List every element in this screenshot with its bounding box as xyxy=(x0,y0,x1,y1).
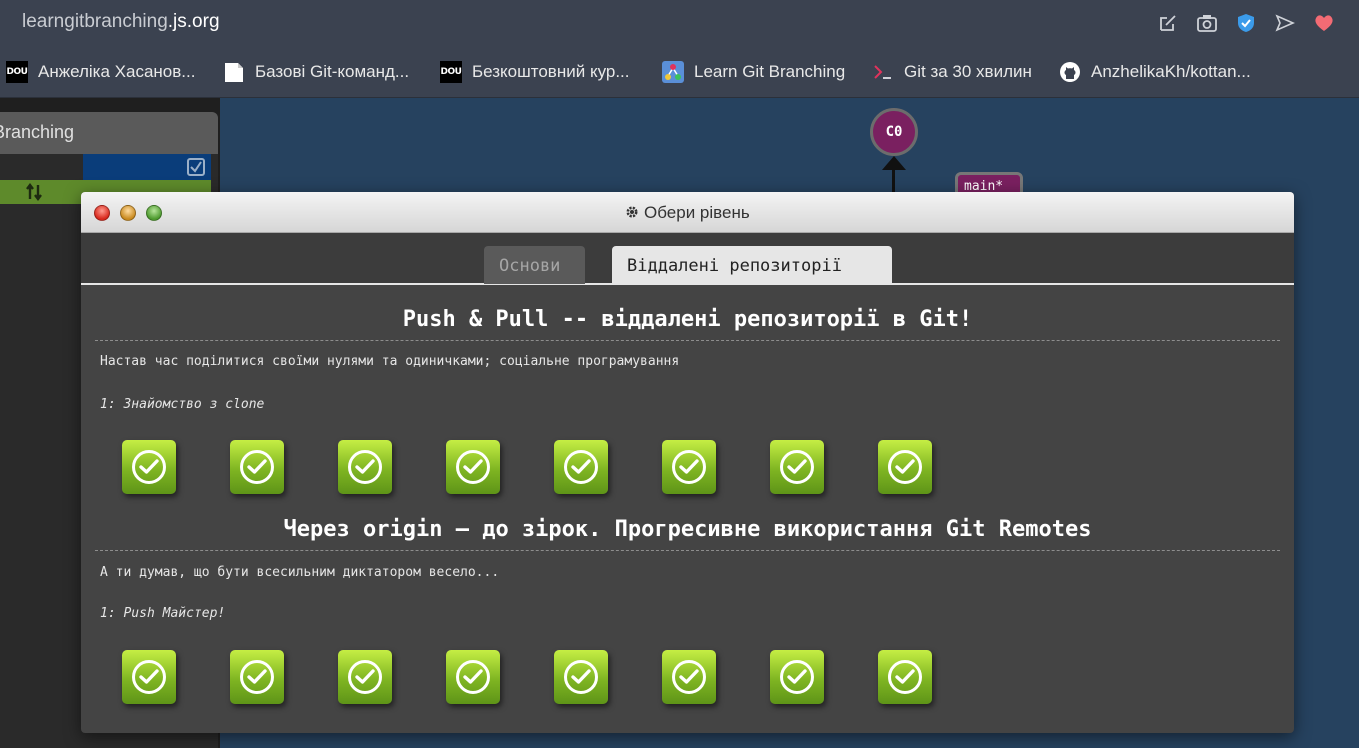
bookmark-label: Learn Git Branching xyxy=(694,62,846,81)
url-domain: .js.org xyxy=(167,11,220,32)
camera-icon[interactable] xyxy=(1195,11,1219,35)
git-branching-icon xyxy=(662,61,684,83)
tab-remote[interactable]: Віддалені репозиторії xyxy=(612,246,892,284)
bookmarks-bar: DOU Анжеліка Хасанов... Базові Git-коман… xyxy=(0,46,1359,98)
level-button-complete[interactable] xyxy=(662,440,716,494)
bookmark-label: Анжеліка Хасанов... xyxy=(38,62,196,81)
level-button-complete[interactable] xyxy=(230,440,284,494)
section-description: А ти думав, що бути всесильним диктаторо… xyxy=(100,565,500,580)
level-button-complete[interactable] xyxy=(446,440,500,494)
browser-toolbar: learngitbranching.js.org xyxy=(0,0,1359,46)
current-level-label: 1: Push Майстер! xyxy=(100,606,226,621)
level-button-complete[interactable] xyxy=(338,440,392,494)
bookmark-item[interactable]: AnzhelikaKh/kottan... xyxy=(1059,60,1251,84)
address-bar[interactable]: learngitbranching.js.org xyxy=(22,11,220,33)
edit-icon[interactable] xyxy=(1156,11,1180,35)
section-divider xyxy=(95,340,1280,341)
check-icon xyxy=(780,660,814,694)
level-button-complete[interactable] xyxy=(770,650,824,704)
level-select-dialog: Обери рівень Основи Віддалені репозиторі… xyxy=(81,192,1294,733)
dou-icon: DOU xyxy=(440,61,462,83)
check-icon xyxy=(672,660,706,694)
dialog-titlebar: Обери рівень xyxy=(81,192,1294,233)
page-icon xyxy=(223,61,245,83)
bookmark-item[interactable]: DOU Анжеліка Хасанов... xyxy=(6,60,195,84)
tab-basics[interactable]: Основи xyxy=(484,246,585,284)
level-button-complete[interactable] xyxy=(122,440,176,494)
check-icon xyxy=(348,450,382,484)
section-title: Push & Pull -- віддалені репозиторії в G… xyxy=(402,307,973,332)
check-icon xyxy=(240,660,274,694)
check-icon xyxy=(888,660,922,694)
dialog-title-text: Обери рівень xyxy=(644,203,750,222)
sync-arrows-icon xyxy=(26,183,42,201)
check-icon xyxy=(456,450,490,484)
commit-node: C0 xyxy=(870,108,918,156)
check-icon xyxy=(348,660,382,694)
section-divider xyxy=(95,550,1280,551)
command-row xyxy=(83,154,211,180)
level-button-complete[interactable] xyxy=(338,650,392,704)
section-description: Настав час поділитися своїми нулями та о… xyxy=(100,354,680,369)
section-title: Через origin – до зірок. Прогресивне вик… xyxy=(283,517,1092,542)
check-icon xyxy=(132,660,166,694)
dialog-title: Обери рівень xyxy=(81,203,1294,223)
bookmark-label: Git за 30 хвилин xyxy=(904,62,1032,81)
level-button-complete[interactable] xyxy=(878,650,932,704)
bookmark-label: Базові Git-команд... xyxy=(255,62,410,81)
command-panel-title: Branching xyxy=(0,112,218,154)
level-grid xyxy=(122,650,1022,708)
bookmark-item[interactable]: Базові Git-команд... xyxy=(223,60,409,84)
check-icon xyxy=(888,450,922,484)
gear-icon xyxy=(626,206,638,218)
check-icon xyxy=(564,660,598,694)
send-icon[interactable] xyxy=(1273,11,1297,35)
bookmark-item[interactable]: Git за 30 хвилин xyxy=(872,60,1032,84)
github-icon xyxy=(1059,61,1081,83)
heart-icon[interactable] xyxy=(1312,11,1336,35)
level-button-complete[interactable] xyxy=(554,440,608,494)
checkbox-icon xyxy=(187,158,205,176)
bookmark-label: Безкоштовний кур... xyxy=(472,62,630,81)
check-icon xyxy=(672,450,706,484)
level-button-complete[interactable] xyxy=(122,650,176,704)
level-grid xyxy=(122,440,1022,498)
current-level-label: 1: Знайомство з clone xyxy=(100,397,265,412)
bookmark-item[interactable]: DOU Безкоштовний кур... xyxy=(440,60,630,84)
check-icon xyxy=(564,450,598,484)
level-button-complete[interactable] xyxy=(662,650,716,704)
check-icon xyxy=(780,450,814,484)
level-button-complete[interactable] xyxy=(770,440,824,494)
terminal-icon xyxy=(872,61,894,83)
level-button-complete[interactable] xyxy=(230,650,284,704)
check-icon xyxy=(132,450,166,484)
level-button-complete[interactable] xyxy=(446,650,500,704)
shield-icon[interactable] xyxy=(1234,11,1258,35)
check-icon xyxy=(240,450,274,484)
bookmark-item[interactable]: Learn Git Branching xyxy=(662,60,845,84)
check-icon xyxy=(456,660,490,694)
level-button-complete[interactable] xyxy=(554,650,608,704)
dou-icon: DOU xyxy=(6,61,28,83)
level-button-complete[interactable] xyxy=(878,440,932,494)
tab-bar: Основи Віддалені репозиторії xyxy=(81,233,1294,285)
url-host: learngitbranching xyxy=(22,11,168,32)
bookmark-label: AnzhelikaKh/kottan... xyxy=(1091,62,1251,81)
